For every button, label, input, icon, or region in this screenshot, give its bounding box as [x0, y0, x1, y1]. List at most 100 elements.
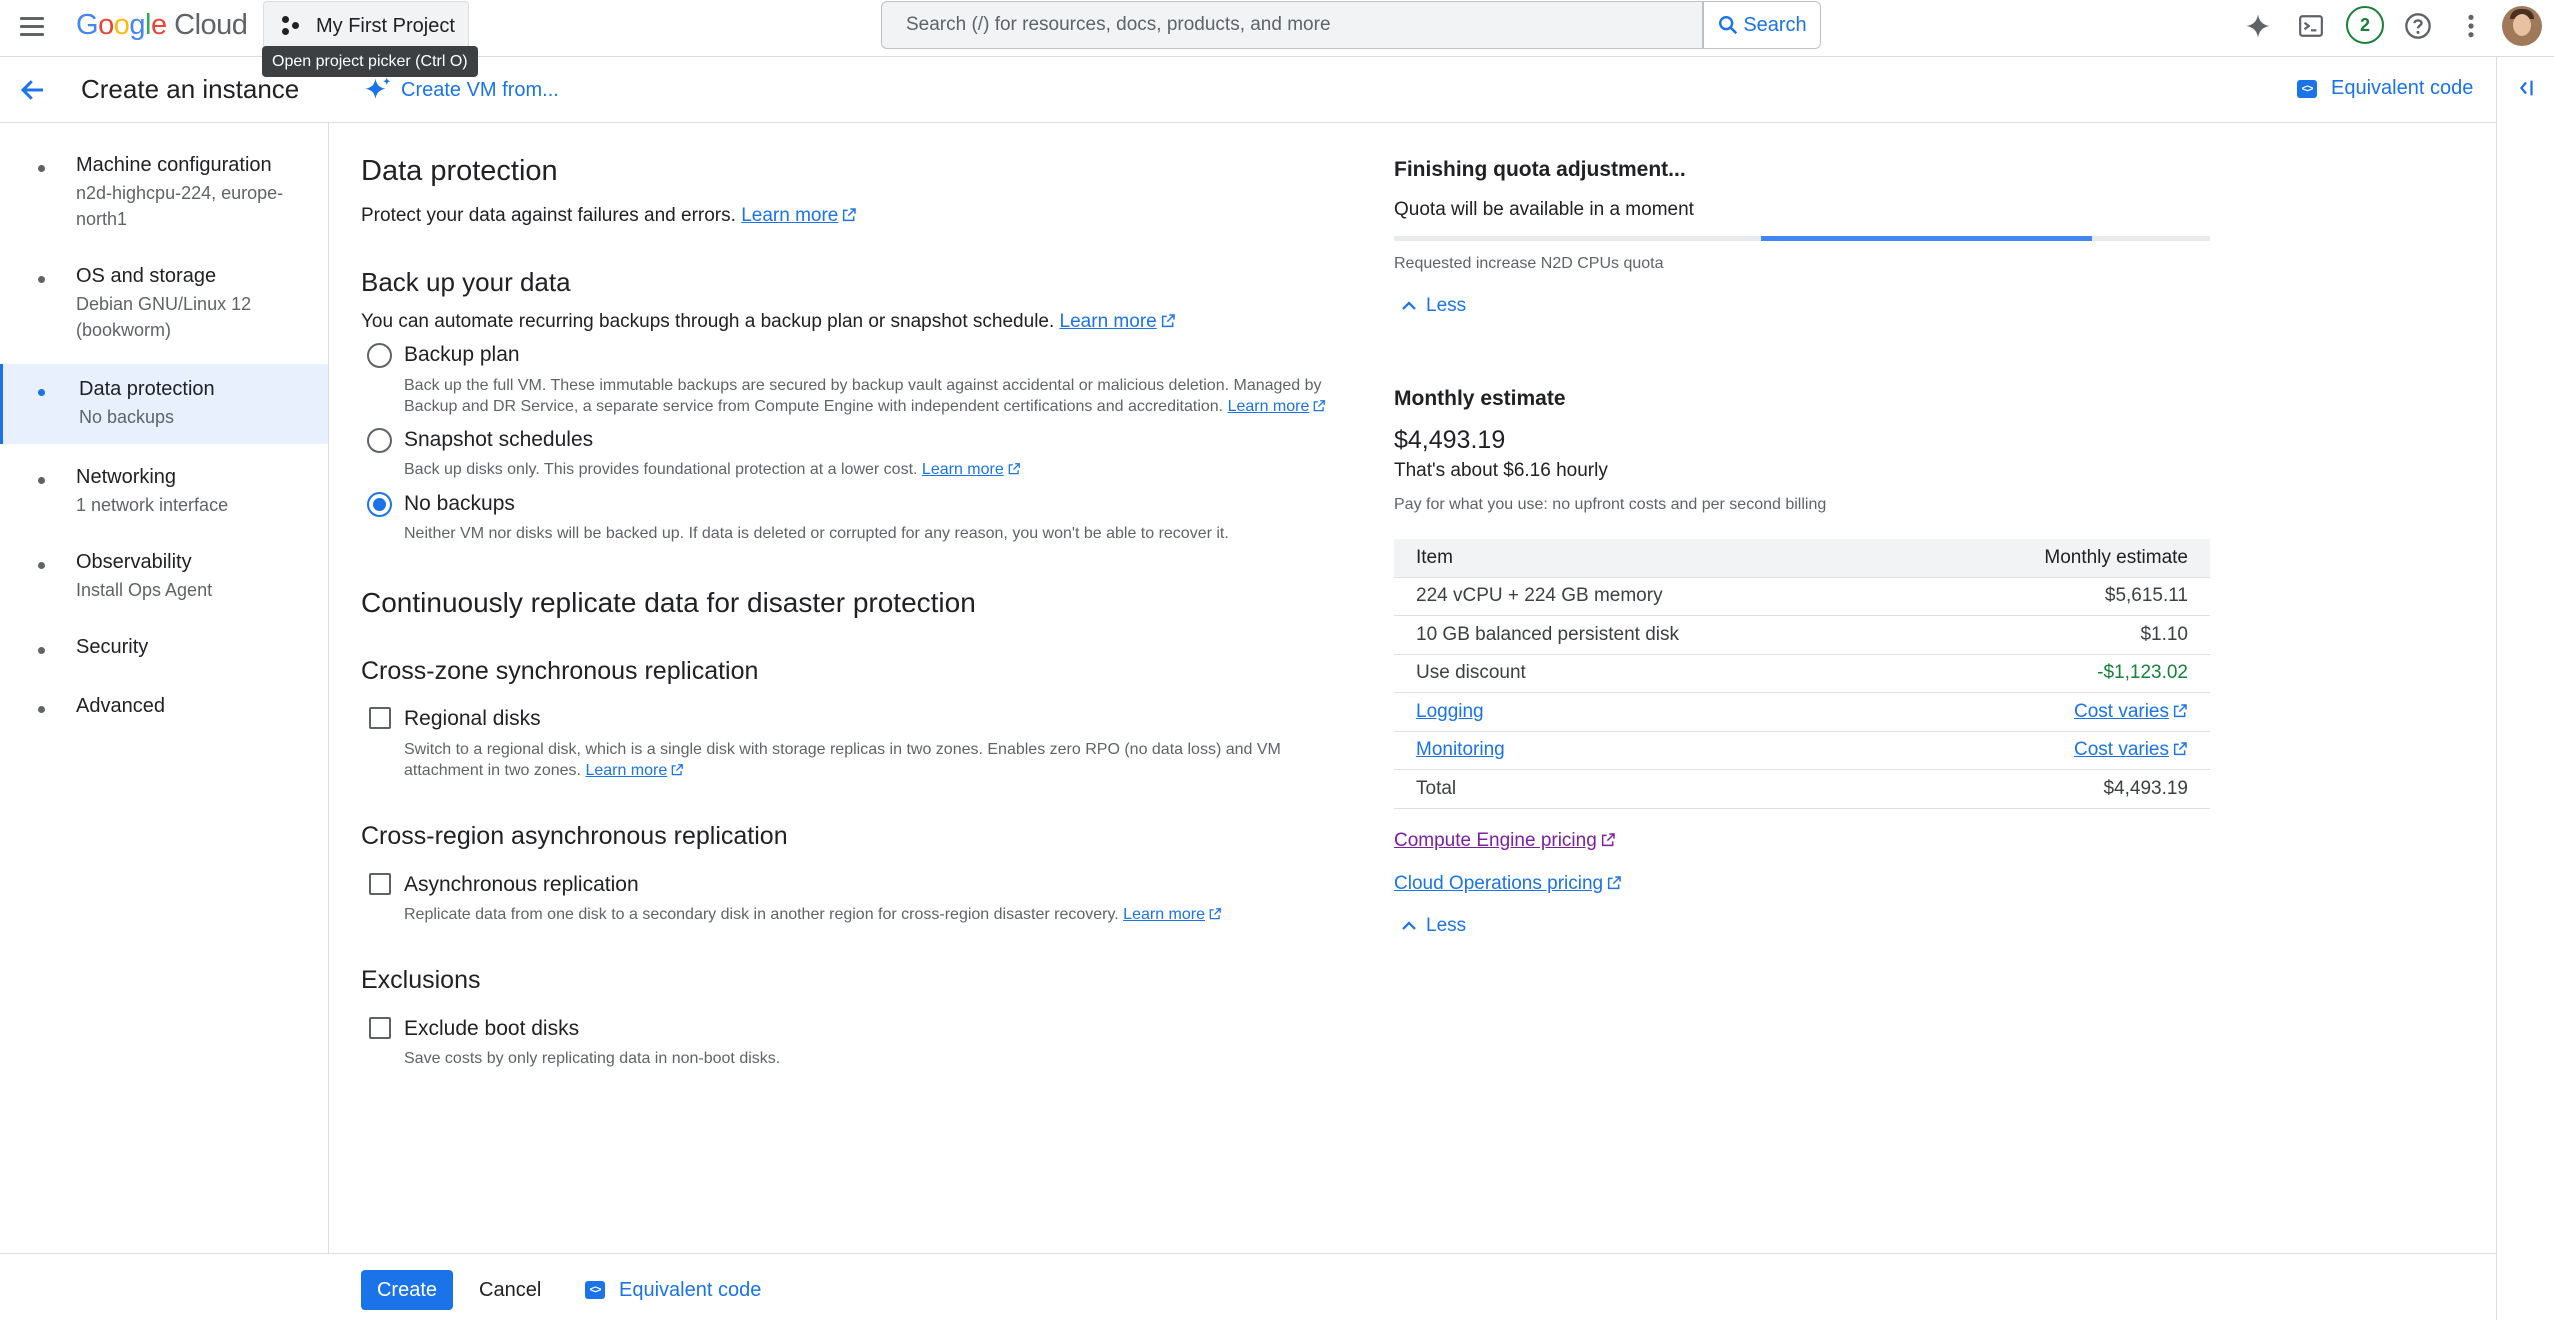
learn-more-link[interactable]: Learn more	[1060, 311, 1157, 332]
quota-requested: Requested increase N2D CPUs quota	[1394, 255, 1664, 272]
right-side-rail	[2496, 57, 2554, 1320]
nav-item-os-and-storage[interactable]: OS and storage Debian GNU/Linux 12 (book…	[0, 261, 328, 347]
table-row: Monitoring Cost varies	[1394, 730, 2210, 770]
search-input[interactable]: Search (/) for resources, docs, products…	[881, 1, 1703, 49]
external-link-icon	[1601, 833, 1615, 847]
search-icon	[1719, 16, 1738, 35]
nav-item-sub: Debian GNU/Linux 12	[76, 294, 252, 314]
code-icon: <>	[2297, 79, 2317, 98]
more-vert-icon[interactable]	[2453, 8, 2489, 44]
option-no-backups: No backups Neither VM nor disks will be …	[361, 490, 1341, 550]
project-icon	[282, 16, 302, 36]
terminal-icon[interactable]	[2293, 8, 2329, 44]
equivalent-code-button[interactable]: <> Equivalent code	[585, 1270, 761, 1310]
snapshot-schedules-radio[interactable]	[367, 428, 392, 453]
menu-icon[interactable]	[18, 13, 46, 41]
nav-item-machine-configuration[interactable]: Machine configuration n2d-highcpu-224, e…	[0, 150, 328, 236]
external-link-icon	[1314, 400, 1326, 412]
nav-item-advanced[interactable]: Advanced	[0, 691, 328, 725]
row-value: $5,615.11	[1900, 576, 2210, 616]
monitoring-link[interactable]: Monitoring	[1416, 739, 1505, 760]
nav-item-networking[interactable]: Networking 1 network interface	[0, 462, 328, 522]
regional-disks-checkbox[interactable]	[369, 707, 391, 729]
exclude-boot-disks-checkbox[interactable]	[369, 1017, 391, 1039]
option-label: Snapshot schedules	[404, 428, 594, 451]
cost-varies-link[interactable]: Cost varies	[2074, 739, 2169, 760]
backup-intro: You can automate recurring backups throu…	[361, 311, 1176, 333]
search-placeholder: Search (/) for resources, docs, products…	[906, 14, 1331, 35]
google-cloud-logo[interactable]: Google Cloud	[76, 9, 248, 42]
nav-item-sub: north1	[76, 209, 128, 229]
nav-item-sub: 1 network interface	[76, 495, 229, 515]
project-picker-tooltip: Open project picker (Ctrl O)	[262, 46, 478, 77]
backup-title: Back up your data	[361, 267, 571, 297]
collapse-panel-icon[interactable]	[2515, 77, 2537, 99]
nav-item-label: Advanced	[76, 695, 165, 717]
less-label: Less	[1426, 295, 1467, 316]
quota-subtitle: Quota will be available in a moment	[1394, 199, 1694, 220]
learn-more-link[interactable]: Learn more	[741, 205, 838, 226]
option-desc: Save costs by only replicating data in n…	[404, 1050, 781, 1067]
backup-plan-radio[interactable]	[367, 343, 392, 368]
option-exclude-boot-disks: Exclude boot disks Save costs by only re…	[361, 1015, 1341, 1067]
sparkle-icon[interactable]	[2240, 8, 2276, 44]
sparkle-icon	[365, 77, 391, 99]
replicate-title: Continuously replicate data for disaster…	[361, 587, 976, 618]
option-backup-plan: Backup plan Back up the full VM. These i…	[361, 341, 1341, 431]
nav-item-sub: No backups	[79, 407, 175, 427]
cancel-button[interactable]: Cancel	[479, 1270, 541, 1310]
avatar[interactable]	[2502, 6, 2542, 46]
nav-item-security[interactable]: Security	[0, 632, 328, 666]
learn-more-link[interactable]: Learn more	[1123, 906, 1205, 923]
col-item: Item	[1394, 539, 1901, 577]
quota-progress-bar	[1394, 236, 2210, 241]
async-replication-checkbox[interactable]	[369, 873, 391, 895]
back-arrow-icon[interactable]	[18, 75, 48, 105]
logging-link[interactable]: Logging	[1416, 701, 1484, 722]
learn-more-link[interactable]: Learn more	[1228, 398, 1310, 415]
option-desc: Switch to a regional disk, which is a si…	[404, 741, 1281, 779]
create-button[interactable]: Create	[361, 1270, 453, 1310]
exclusions-title: Exclusions	[361, 966, 481, 994]
learn-more-link[interactable]: Learn more	[922, 461, 1004, 478]
equivalent-code-label: Equivalent code	[2331, 77, 2474, 99]
cost-varies-link[interactable]: Cost varies	[2074, 701, 2169, 722]
equivalent-code-label: Equivalent code	[619, 1278, 762, 1301]
project-picker-button[interactable]: My First Project	[263, 1, 469, 51]
search-button-label: Search	[1743, 13, 1807, 36]
create-vm-from-link[interactable]: Create VM from...	[363, 75, 559, 105]
option-snapshot-schedules: Snapshot schedules Back up disks only. T…	[361, 426, 1341, 486]
row-value: $4,493.19	[1900, 769, 2210, 809]
page-title: Create an instance	[81, 74, 300, 104]
option-label: Exclude boot disks	[404, 1017, 580, 1040]
nav-item-data-protection[interactable]: Data protection No backups	[0, 364, 328, 444]
quota-title: Finishing quota adjustment...	[1394, 158, 1686, 181]
cloud-operations-pricing-link[interactable]: Cloud Operations pricing	[1394, 873, 1622, 895]
help-icon[interactable]	[2400, 8, 2436, 44]
external-link-icon	[1161, 314, 1175, 328]
nav-item-sub: n2d-highcpu-224, europe-	[76, 183, 284, 203]
no-backups-radio[interactable]	[367, 492, 392, 517]
option-label: Asynchronous replication	[404, 873, 639, 896]
option-desc: Back up disks only. This provides founda…	[404, 459, 1344, 480]
option-label: Backup plan	[404, 343, 520, 366]
crosszone-title: Cross-zone synchronous replication	[361, 657, 759, 685]
estimate-less-button[interactable]: Less	[1400, 915, 1466, 937]
row-item: 10 GB balanced persistent disk	[1394, 615, 1901, 654]
search-button[interactable]: Search	[1703, 1, 1821, 49]
section-intro: Protect your data against failures and e…	[361, 205, 857, 227]
table-row-total: Total $4,493.19	[1394, 769, 2210, 809]
nav-item-sub: (bookworm)	[76, 320, 172, 340]
crossregion-title: Cross-region asynchronous replication	[361, 822, 788, 850]
equivalent-code-button[interactable]: <> Equivalent code	[2297, 77, 2473, 100]
quota-less-button[interactable]: Less	[1400, 295, 1466, 317]
option-label: Regional disks	[404, 707, 541, 730]
nav-item-label: Networking	[76, 466, 177, 488]
compute-engine-pricing-link[interactable]: Compute Engine pricing	[1394, 830, 1616, 852]
row-item: 224 vCPU + 224 GB memory	[1394, 576, 1901, 616]
notifications-badge[interactable]: 2	[2346, 6, 2384, 44]
external-link-icon	[2173, 704, 2187, 717]
nav-item-observability[interactable]: Observability Install Ops Agent	[0, 547, 328, 607]
learn-more-link[interactable]: Learn more	[585, 762, 667, 779]
section-title: Data protection	[361, 155, 558, 187]
